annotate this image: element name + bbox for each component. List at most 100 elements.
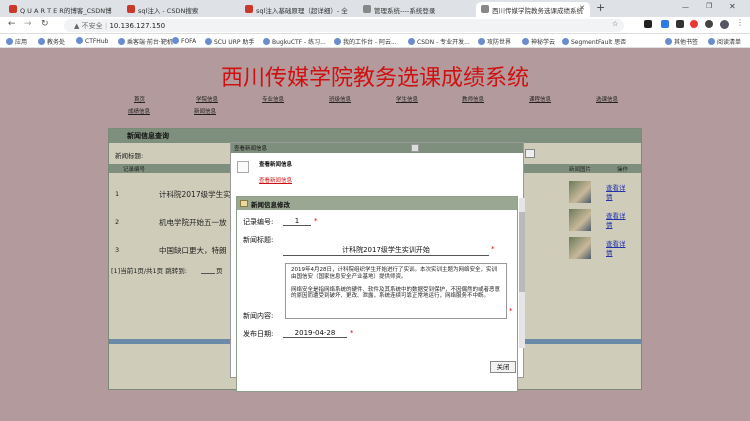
bookmarks-bar: 应用 教务处 CTFHub 乘客端·前台·靶机 FOFA SCU URP 助手 …	[0, 34, 750, 48]
view-details-link[interactable]: 查看详情	[606, 184, 628, 202]
bookmark-item[interactable]: CTFHub	[76, 37, 108, 45]
avatar[interactable]	[720, 20, 729, 29]
bookmark-item[interactable]: 阅读清单	[708, 37, 741, 46]
page-content: 西川传媒学院教务选课成绩系统 首页 学院信息 专业信息 班级信息 学生信息 教师…	[0, 48, 750, 421]
column-header: 新闻图片	[569, 167, 592, 173]
minimize-icon[interactable]: —	[682, 3, 689, 11]
nav-class[interactable]: 班级信息	[329, 95, 351, 103]
nav-news[interactable]: 新闻信息	[194, 107, 216, 115]
record-id-field[interactable]: 1	[283, 217, 311, 226]
view-details-link[interactable]: 查看详情	[606, 240, 628, 258]
nav-major[interactable]: 专业信息	[262, 95, 284, 103]
browser-tab-4[interactable]: 管理系统----系统登录	[358, 2, 470, 17]
extension-icon[interactable]	[676, 20, 684, 28]
nav-teacher[interactable]: 教师信息	[462, 95, 484, 103]
close-tab-icon[interactable]: ✕	[579, 4, 585, 12]
dialog-subtitle: 查看新闻信息	[259, 162, 293, 168]
bookmark-item[interactable]: 教务处	[38, 37, 65, 46]
url-field[interactable]: ▲ 不安全 | 10.136.127.150	[64, 19, 624, 32]
edit-icon	[240, 200, 248, 207]
news-content-textarea[interactable]: 2019年4月28日，计科院组织学生开始进行了实训。本次实训主题为网络安全，实训…	[285, 263, 507, 319]
publish-date-field[interactable]: 2019-04-28	[283, 329, 347, 338]
globe-icon	[481, 5, 489, 13]
panel-header: 新闻信息查询	[109, 129, 641, 143]
browser-tab-5[interactable]: 西川传媒学院教务选课成绩系统 ✕	[476, 2, 590, 17]
search-label: 新闻标题:	[115, 152, 144, 160]
required-marker: *	[509, 307, 513, 315]
news-title-field[interactable]: 计科院2017级学生实训开始	[283, 245, 489, 256]
extension-icon[interactable]	[690, 20, 698, 28]
required-marker: *	[314, 217, 318, 225]
globe-icon	[363, 5, 371, 13]
warning-icon: ▲	[74, 22, 80, 30]
back-icon[interactable]: ←	[8, 19, 16, 29]
tab-label: sql注入基础原理（超详细）- 全	[256, 7, 348, 15]
column-header: 记录编号	[123, 167, 146, 173]
required-marker: *	[491, 245, 495, 253]
news-image	[569, 209, 591, 231]
search-button[interactable]	[525, 149, 535, 158]
star-icon[interactable]: ☆	[612, 20, 618, 28]
required-marker: *	[350, 329, 354, 337]
bookmark-item[interactable]: SegmentFault 思否	[562, 37, 626, 46]
dialog-titlebar	[231, 143, 523, 153]
extension-icon[interactable]	[661, 20, 669, 28]
csdn-icon	[127, 5, 135, 13]
csdn-icon	[245, 5, 253, 13]
dialog-title: 新闻信息修改	[251, 201, 290, 209]
new-tab-icon[interactable]: +	[596, 1, 605, 14]
nav-course[interactable]: 课程信息	[529, 95, 551, 103]
news-content-label: 新闻内容:	[243, 312, 274, 320]
csdn-icon	[9, 5, 17, 13]
bookmark-item[interactable]: SCU URP 助手	[205, 37, 254, 46]
dialog-scrollbar[interactable]	[519, 198, 525, 348]
nav-grades[interactable]: 成绩信息	[128, 107, 150, 115]
dialog-titlebar: 新闻信息修改	[237, 197, 517, 210]
view-news-link[interactable]: 查看新闻信息	[259, 176, 292, 184]
close-window-icon[interactable]: ✕	[729, 2, 736, 11]
publish-date-label: 发布日期:	[243, 330, 274, 338]
forward-icon[interactable]: →	[24, 19, 32, 29]
nav-selection[interactable]: 选课信息	[596, 95, 618, 103]
bookmark-item[interactable]: CSDN - 专业开发...	[408, 37, 470, 46]
edit-news-dialog: 新闻信息修改 记录编号: 1 * 新闻标题: 计科院2017级学生实训开始 * …	[236, 196, 518, 392]
row-title: 中国缺口更大，特朗	[159, 246, 227, 255]
news-query-title: 新闻信息查询	[127, 132, 169, 140]
bookmark-item[interactable]: 神秘学云	[522, 37, 555, 46]
nav-college[interactable]: 学院信息	[196, 95, 218, 103]
extension-icon[interactable]	[705, 20, 713, 28]
bookmark-item[interactable]: 我的工作台 - 阿云...	[334, 37, 397, 46]
pager-text: [1]当前1页/共1页 跳转到:	[111, 267, 187, 275]
bookmark-item[interactable]: FOFA	[172, 37, 196, 45]
bookmark-item[interactable]: 乘客端·前台·靶机	[118, 37, 173, 46]
browser-tab-3[interactable]: sql注入基础原理（超详细）- 全	[240, 2, 352, 17]
tab-label: sql注入 - CSDN搜索	[138, 7, 199, 15]
browser-tab-1[interactable]: Q U A R T E R的博客_CSDN博	[4, 2, 116, 17]
bookmark-item[interactable]: BugkuCTF - 练习...	[263, 37, 326, 46]
bookmark-item[interactable]: 应用	[6, 37, 27, 46]
bookmark-item[interactable]: 其他书签	[665, 37, 698, 46]
maximize-icon[interactable]: ❐	[706, 2, 712, 10]
nav-home[interactable]: 首页	[134, 95, 145, 103]
reload-icon[interactable]: ↻	[41, 19, 49, 29]
scrollbar-thumb[interactable]	[519, 212, 525, 292]
news-image	[569, 237, 591, 259]
tab-label: 管理系统----系统登录	[374, 7, 436, 15]
address-bar: ← → ↻ ▲ 不安全 | 10.136.127.150 ☆ ⋮	[0, 17, 750, 34]
insecure-label: 不安全	[81, 22, 103, 30]
tab-label: 西川传媒学院教务选课成绩系统	[492, 7, 583, 15]
browser-tab-2[interactable]: sql注入 - CSDN搜索	[122, 2, 234, 17]
url-text: 10.136.127.150	[109, 22, 166, 30]
view-details-link[interactable]: 查看详情	[606, 212, 628, 230]
row-id: 2	[115, 218, 120, 226]
nav-student[interactable]: 学生信息	[396, 95, 418, 103]
close-button[interactable]: 关闭	[490, 361, 516, 373]
bookmark-item[interactable]: 攻防世界	[478, 37, 511, 46]
page-jump-input[interactable]	[201, 265, 215, 274]
pager-suffix: 页	[216, 267, 223, 275]
row-title: 机电学院开始五一放	[159, 218, 227, 227]
tab-label: Q U A R T E R的博客_CSDN博	[20, 7, 112, 15]
extension-icon[interactable]	[644, 20, 652, 28]
menu-icon[interactable]: ⋮	[736, 18, 744, 27]
row-title: 计科院2017级学生实	[159, 190, 231, 199]
